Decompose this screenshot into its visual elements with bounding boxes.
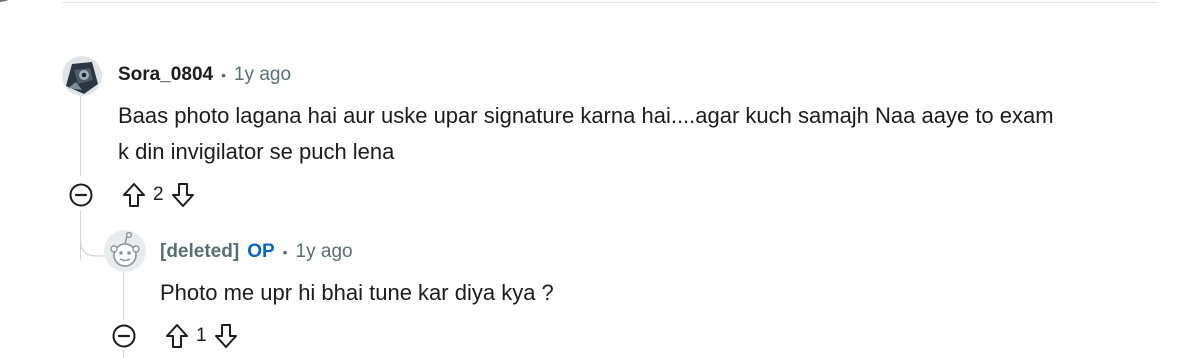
upvote-icon bbox=[123, 183, 145, 207]
user-avatar[interactable] bbox=[104, 230, 146, 272]
comment-body-line: Baas photo lagana hai aur uske upar sign… bbox=[118, 103, 1054, 128]
vote-count: 2 bbox=[153, 184, 164, 205]
previous-collapse-button[interactable] bbox=[0, 0, 20, 2]
meta-separator: • bbox=[282, 244, 288, 260]
downvote-button[interactable] bbox=[211, 321, 241, 351]
comment-body: Baas photo lagana hai aur uske upar sign… bbox=[118, 98, 1178, 170]
downvote-icon bbox=[171, 183, 194, 207]
collapse-icon bbox=[112, 324, 136, 348]
meta-separator: • bbox=[221, 67, 226, 83]
downvote-button[interactable] bbox=[168, 180, 198, 210]
comment-timestamp[interactable]: 1y ago bbox=[296, 241, 353, 263]
comment-username: [deleted] bbox=[160, 241, 240, 262]
thread-line bbox=[123, 350, 124, 358]
collapse-icon bbox=[69, 183, 93, 207]
upvote-button[interactable] bbox=[119, 180, 149, 210]
avatar-robot-icon bbox=[62, 56, 102, 96]
upvote-button[interactable] bbox=[162, 321, 192, 351]
op-badge: OP bbox=[247, 241, 275, 262]
user-avatar[interactable] bbox=[62, 56, 102, 96]
comment-actions: 1 bbox=[110, 321, 241, 351]
collapse-button[interactable] bbox=[67, 181, 95, 209]
vote-count: 1 bbox=[196, 325, 207, 346]
comment-timestamp[interactable]: 1y ago bbox=[234, 64, 291, 86]
downvote-icon bbox=[214, 324, 237, 348]
avatar-snoo-icon bbox=[104, 230, 146, 272]
thread-line bbox=[123, 272, 124, 320]
thread-line bbox=[80, 96, 81, 176]
collapse-button[interactable] bbox=[110, 322, 138, 350]
comment-username[interactable]: Sora_0804 bbox=[118, 64, 213, 86]
comment-actions: 2 bbox=[67, 180, 198, 210]
divider bbox=[62, 2, 1158, 3]
upvote-icon bbox=[166, 324, 188, 348]
comment-body-line: k din invigilator se puch lena bbox=[118, 139, 395, 164]
comment-body: Photo me upr hi bhai tune kar diya kya ? bbox=[160, 280, 554, 305]
